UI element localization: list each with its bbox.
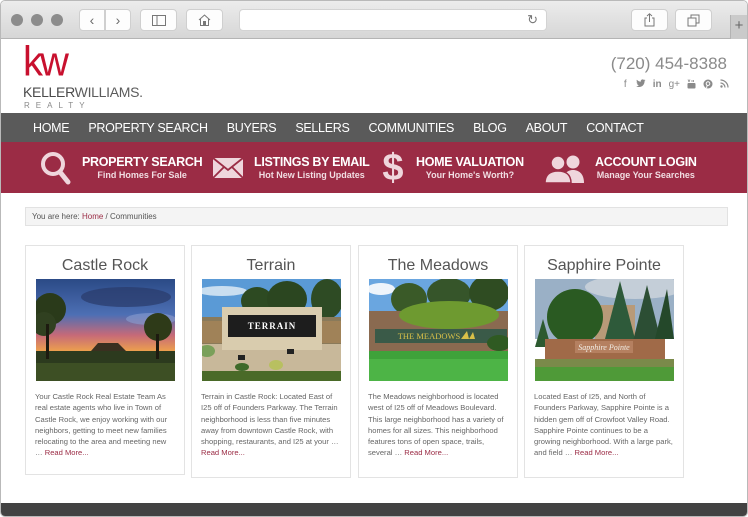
quick-link-account-login[interactable]: ACCOUNT LOGIN Manage Your Searches — [544, 142, 697, 193]
chevron-right-icon: › — [115, 12, 121, 28]
community-photo-castle-rock[interactable] — [35, 279, 175, 381]
read-more-link[interactable]: Read More... — [45, 448, 89, 457]
search-icon — [39, 151, 73, 185]
youtube-icon[interactable] — [687, 79, 696, 92]
community-card-castle-rock: Castle Rock Your Castle Rock Real Estate… — [25, 245, 185, 475]
quick-link-listings-by-email[interactable]: LISTINGS BY EMAIL Hot New Listing Update… — [211, 142, 370, 193]
close-window-button[interactable] — [11, 14, 23, 26]
breadcrumb-separator: / — [103, 212, 110, 221]
community-title[interactable]: Sapphire Pointe — [525, 256, 683, 276]
minimize-window-button[interactable] — [31, 14, 43, 26]
read-more-link[interactable]: Read More... — [404, 448, 448, 457]
nav-communities[interactable]: COMMUNITIES — [369, 121, 455, 135]
sidebar-icon — [151, 14, 166, 26]
site-header: kw KELLERWILLIAMS. REALTY (720) 454-8388… — [1, 39, 747, 113]
community-photo-the-meadows[interactable]: THE MEADOWS — [368, 279, 508, 381]
browser-window: ‹ › ↻ + kw KELLERWILLIAMS. REALTY (720) … — [0, 0, 748, 517]
nav-about[interactable]: ABOUT — [526, 121, 568, 135]
new-tab-button[interactable]: + — [730, 15, 747, 39]
svg-text:TERRAIN: TERRAIN — [247, 321, 296, 331]
quick-link-subtitle: Hot New Listing Updates — [258, 170, 365, 180]
logo-subtitle: REALTY — [24, 101, 91, 110]
quick-link-property-search[interactable]: PROPERTY SEARCH Find Homes For Sale — [39, 142, 203, 193]
quick-link-title: LISTINGS BY EMAIL — [254, 155, 370, 169]
logo-name: KELLERWILLIAMS. — [23, 84, 143, 100]
tabs-icon — [687, 14, 700, 26]
breadcrumb-prefix: You are here: — [32, 212, 82, 221]
reload-icon[interactable]: ↻ — [527, 12, 538, 28]
community-excerpt: The Meadows neighborhood is located west… — [368, 392, 504, 458]
share-icon — [644, 13, 655, 27]
browser-toolbar: ‹ › ↻ + — [1, 1, 747, 39]
community-card-terrain: Terrain TERRAIN Terrain in Castle Rock: … — [191, 245, 351, 478]
community-title[interactable]: Terrain — [192, 256, 350, 276]
svg-text:Sapphire Pointe: Sapphire Pointe — [578, 343, 630, 352]
social-links: f in g+ — [622, 79, 729, 92]
sidebar-button[interactable] — [140, 9, 177, 31]
read-more-link[interactable]: Read More... — [201, 448, 245, 457]
linkedin-icon[interactable]: in — [653, 79, 662, 92]
nav-contact[interactable]: CONTACT — [586, 121, 644, 135]
twitter-icon[interactable] — [635, 79, 646, 92]
users-icon — [544, 151, 586, 185]
footer-bar — [1, 503, 747, 516]
nav-sellers[interactable]: SELLERS — [295, 121, 349, 135]
community-excerpt: Your Castle Rock Real Estate Team As rea… — [35, 392, 168, 458]
nav-blog[interactable]: BLOG — [473, 121, 507, 135]
quick-link-title: PROPERTY SEARCH — [82, 155, 203, 169]
logo-mark: kw — [23, 38, 69, 86]
breadcrumb: You are here: Home / Communities — [25, 207, 728, 226]
svg-text:THE MEADOWS: THE MEADOWS — [397, 331, 460, 341]
nav-buyers[interactable]: BUYERS — [227, 121, 277, 135]
quick-link-title: HOME VALUATION — [416, 155, 524, 169]
nav-home[interactable]: HOME — [33, 121, 70, 135]
breadcrumb-current: Communities — [109, 212, 157, 221]
quick-link-subtitle: Find Homes For Sale — [97, 170, 187, 180]
phone-number[interactable]: (720) 454-8388 — [611, 54, 727, 74]
breadcrumb-home-link[interactable]: Home — [82, 212, 103, 221]
google-plus-icon[interactable]: g+ — [669, 79, 680, 92]
community-photo-sapphire-pointe[interactable]: Sapphire Pointe — [534, 279, 674, 381]
community-excerpt: Terrain in Castle Rock: Located East of … — [201, 392, 339, 458]
quick-links-bar: PROPERTY SEARCH Find Homes For Sale LIST… — [1, 142, 747, 193]
forward-button[interactable]: › — [105, 9, 131, 31]
quick-link-subtitle: Manage Your Searches — [596, 170, 695, 180]
tabs-overview-button[interactable] — [675, 9, 712, 31]
read-more-link[interactable]: Read More... — [575, 448, 619, 457]
back-button[interactable]: ‹ — [79, 9, 105, 31]
nav-property-search[interactable]: PROPERTY SEARCH — [88, 121, 208, 135]
rss-icon[interactable] — [720, 79, 729, 92]
community-card-the-meadows: The Meadows THE MEADOWS The Meadows neig… — [358, 245, 518, 478]
home-button[interactable] — [186, 9, 223, 31]
community-photo-terrain[interactable]: TERRAIN — [201, 279, 341, 381]
community-card-sapphire-pointe: Sapphire Pointe Sapphire Pointe Located … — [524, 245, 684, 478]
envelope-icon — [211, 151, 245, 185]
dollar-icon: $ — [382, 146, 404, 189]
zoom-window-button[interactable] — [51, 14, 63, 26]
quick-link-subtitle: Your Home's Worth? — [425, 170, 515, 180]
share-button[interactable] — [631, 9, 668, 31]
pinterest-icon[interactable] — [703, 79, 713, 92]
chevron-left-icon: ‹ — [89, 12, 95, 28]
plus-icon: + — [734, 17, 744, 34]
main-nav: HOME PROPERTY SEARCH BUYERS SELLERS COMM… — [1, 113, 747, 142]
address-bar[interactable]: ↻ — [239, 9, 547, 31]
community-title[interactable]: The Meadows — [359, 256, 517, 276]
community-excerpt: Located East of I25, and North of Founde… — [534, 392, 673, 458]
home-icon — [198, 14, 211, 26]
community-title[interactable]: Castle Rock — [26, 256, 184, 276]
quick-link-title: ACCOUNT LOGIN — [595, 155, 697, 169]
facebook-icon[interactable]: f — [622, 79, 629, 92]
quick-link-home-valuation[interactable]: $ HOME VALUATION Your Home's Worth? — [379, 142, 524, 193]
